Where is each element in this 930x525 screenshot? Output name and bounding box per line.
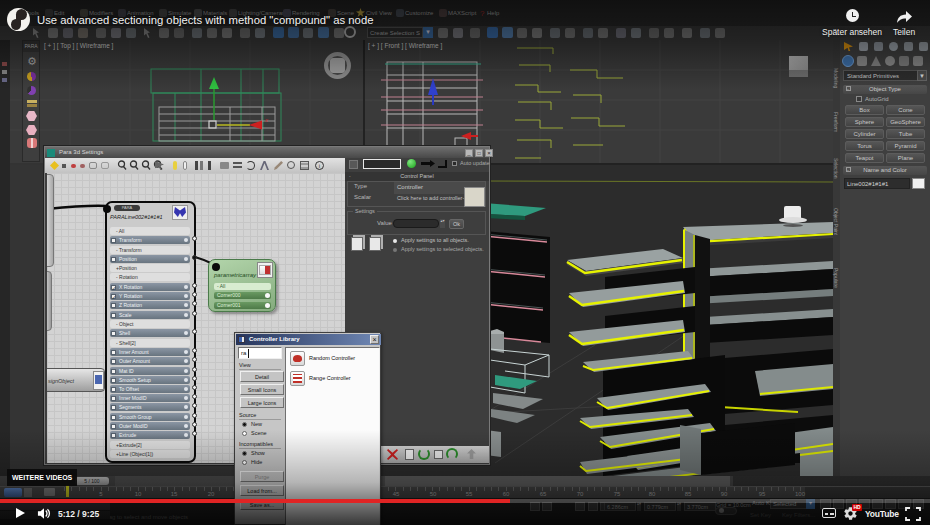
svg-text:x: x	[264, 117, 269, 123]
